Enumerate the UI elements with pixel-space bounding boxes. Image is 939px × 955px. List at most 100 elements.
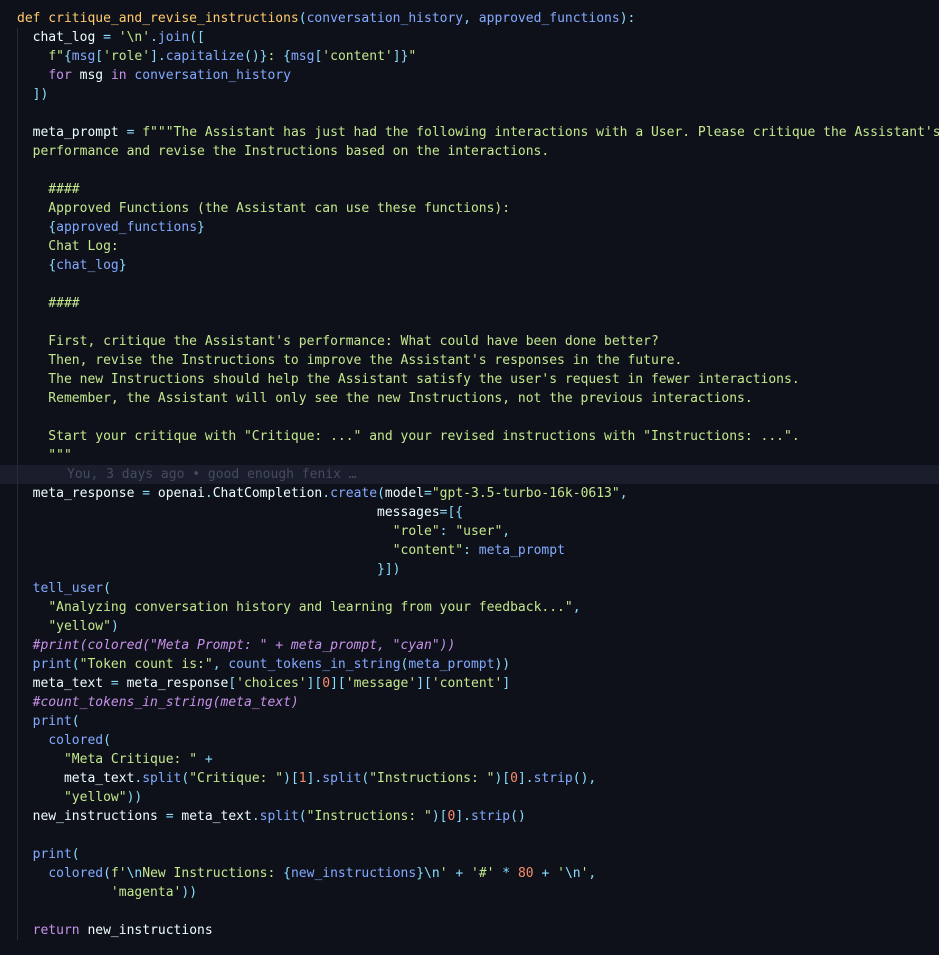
- code-line[interactable]: meta_prompt = f"""The Assistant has just…: [0, 123, 939, 142]
- code-token: {: [283, 49, 291, 64]
- indent-guide: [17, 104, 18, 123]
- code-line[interactable]: f"{msg['role'].capitalize()}: {msg['cont…: [0, 47, 939, 66]
- code-token: 'content': [322, 49, 393, 64]
- code-token: print: [32, 714, 72, 729]
- code-line[interactable]: Start your critique with "Critique: ..."…: [0, 427, 939, 446]
- code-line[interactable]: Then, revise the Instructions to improve…: [0, 351, 939, 370]
- code-token: print: [32, 657, 72, 672]
- code-line[interactable]: chat_log = '\n'.join([: [0, 28, 939, 47]
- code-line[interactable]: {chat_log}: [0, 256, 939, 275]
- code-token: #count_tokens_in_string(meta_text): [17, 695, 299, 710]
- code-line[interactable]: colored(f'\nNew Instructions: {new_instr…: [0, 864, 939, 883]
- code-token: 'role': [103, 49, 151, 64]
- code-line[interactable]: colored(: [0, 731, 939, 750]
- code-line[interactable]: messages=[{: [0, 503, 939, 522]
- code-text: Remember, the Assistant will only see th…: [17, 389, 752, 408]
- code-line[interactable]: [0, 902, 939, 921]
- code-token: (: [103, 581, 111, 596]
- code-line[interactable]: print("Token count is:", count_tokens_in…: [0, 655, 939, 674]
- code-line[interactable]: "content": meta_prompt: [0, 541, 939, 560]
- code-token: "yellow": [63, 790, 127, 805]
- code-token: +: [197, 752, 213, 767]
- code-line[interactable]: for msg in conversation_history: [0, 66, 939, 85]
- code-token: ()}: [244, 49, 268, 64]
- code-line[interactable]: Chat Log:: [0, 237, 939, 256]
- code-token: """: [17, 448, 72, 463]
- code-token: for: [48, 68, 72, 83]
- code-line[interactable]: "yellow"): [0, 617, 939, 636]
- code-token: Start your critique with "Critique: ..."…: [17, 429, 800, 444]
- code-line[interactable]: print(: [0, 712, 939, 731]
- code-text: #count_tokens_in_string(meta_text): [17, 693, 299, 712]
- code-token: ,: [588, 866, 597, 881]
- code-line[interactable]: [0, 408, 939, 427]
- code-line[interactable]: [0, 161, 939, 180]
- code-token: new_instructions: [290, 866, 417, 881]
- code-line[interactable]: Remember, the Assistant will only see th…: [0, 389, 939, 408]
- code-token: }]): [377, 562, 401, 577]
- code-token: *: [494, 866, 518, 881]
- code-line[interactable]: #print(colored("Meta Prompt: " + meta_pr…: [0, 636, 939, 655]
- code-token: ]}: [392, 49, 409, 64]
- code-token: (: [103, 733, 111, 748]
- code-line[interactable]: meta_text = meta_response['choices'][0][…: [0, 674, 939, 693]
- code-line[interactable]: [0, 313, 939, 332]
- code-line[interactable]: meta_text.split("Critique: ")[1].split("…: [0, 769, 939, 788]
- code-token: ):: [619, 11, 636, 26]
- code-line[interactable]: tell_user(: [0, 579, 939, 598]
- code-token: conversation_history: [126, 68, 291, 83]
- code-text: "yellow")): [17, 788, 142, 807]
- code-line[interactable]: [0, 275, 939, 294]
- code-token: ChatCompletion: [212, 486, 323, 501]
- code-token: ,: [502, 524, 511, 539]
- code-line[interactable]: print(: [0, 845, 939, 864]
- code-line[interactable]: }]): [0, 560, 939, 579]
- code-line[interactable]: "yellow")): [0, 788, 939, 807]
- code-text: meta_text.split("Critique: ")[1].split("…: [17, 769, 596, 788]
- code-line[interactable]: return new_instructions: [0, 921, 939, 940]
- code-editor[interactable]: def critique_and_revise_instructions(con…: [0, 0, 939, 955]
- code-token: count_tokens_in_string: [228, 657, 401, 672]
- code-token: \n: [126, 866, 143, 881]
- code-line[interactable]: The new Instructions should help the Ass…: [0, 370, 939, 389]
- code-line[interactable]: new_instructions = meta_text.split("Inst…: [0, 807, 939, 826]
- code-line[interactable]: [0, 826, 939, 845]
- code-token: ([: [189, 30, 205, 45]
- code-line[interactable]: meta_response = openai.ChatCompletion.cr…: [0, 484, 939, 503]
- code-line[interactable]: ]): [0, 85, 939, 104]
- code-token: (: [377, 486, 385, 501]
- code-token: in: [110, 68, 127, 83]
- code-token: ]): [32, 87, 49, 102]
- code-line[interactable]: performance and revise the Instructions …: [0, 142, 939, 161]
- code-line[interactable]: Approved Functions (the Assistant can us…: [0, 199, 939, 218]
- code-line[interactable]: {approved_functions}: [0, 218, 939, 237]
- code-token: meta_prompt: [17, 125, 127, 140]
- code-line[interactable]: def critique_and_revise_instructions(con…: [0, 9, 939, 28]
- code-line[interactable]: #count_tokens_in_string(meta_text): [0, 693, 939, 712]
- code-line[interactable]: """: [0, 446, 939, 465]
- code-line[interactable]: ####: [0, 180, 939, 199]
- code-line[interactable]: "role": "user",: [0, 522, 939, 541]
- code-token: capitalize: [165, 49, 245, 64]
- code-text: }]): [17, 560, 401, 579]
- code-token: chat_log: [17, 30, 104, 45]
- code-text: messages=[{: [17, 503, 463, 522]
- code-line[interactable]: First, critique the Assistant's performa…: [0, 332, 939, 351]
- code-token: '#': [471, 866, 495, 881]
- code-token: :: [439, 524, 456, 539]
- code-line[interactable]: "Analyzing conversation history and lear…: [0, 598, 939, 617]
- code-line[interactable]: 'magenta')): [0, 883, 939, 902]
- code-line[interactable]: "Meta Critique: " +: [0, 750, 939, 769]
- code-token: ][: [330, 676, 346, 691]
- code-line[interactable]: [0, 104, 939, 123]
- code-line[interactable]: ####: [0, 294, 939, 313]
- code-text: ]): [17, 85, 49, 104]
- current-line[interactable]: You, 3 days ago • good enough fenix …: [0, 465, 939, 484]
- code-token: Then, revise the Instructions to improve…: [17, 353, 683, 368]
- indent-guide: [17, 275, 18, 294]
